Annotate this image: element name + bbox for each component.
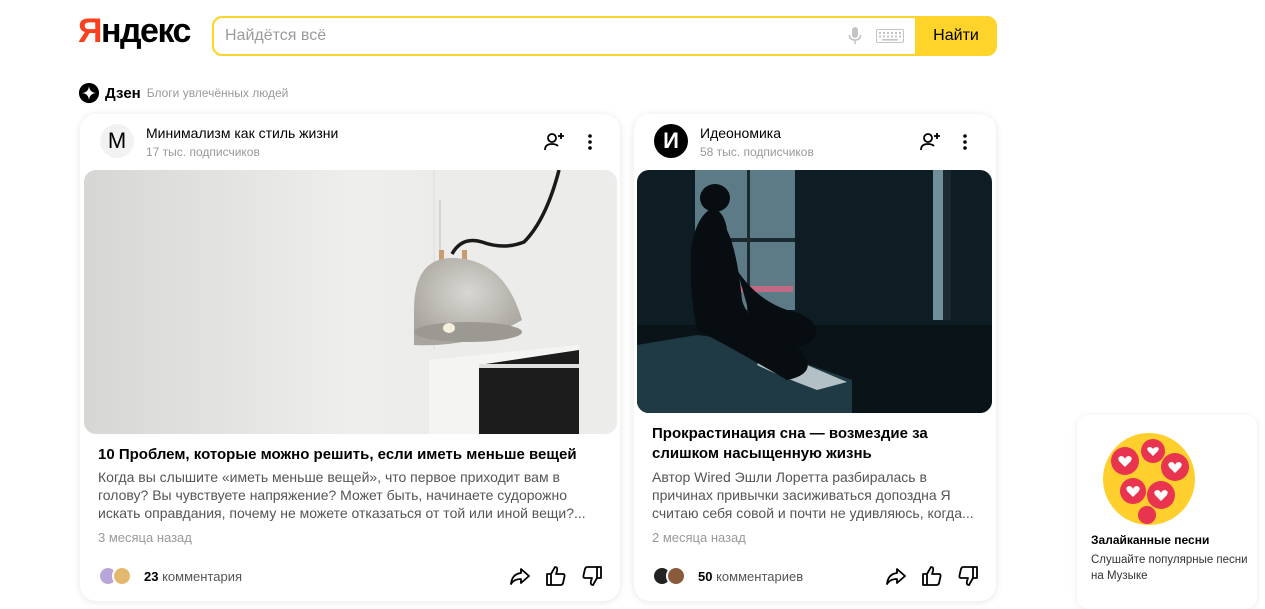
subscribe-icon[interactable]: [918, 130, 942, 154]
dzen-title[interactable]: Дзен: [105, 85, 141, 102]
comments-link[interactable]: 23 комментария: [144, 569, 242, 584]
search-input[interactable]: [214, 18, 814, 54]
article-excerpt[interactable]: Автор Wired Эшли Лоретта разбиралась в п…: [652, 468, 982, 522]
more-options-icon[interactable]: [582, 130, 598, 154]
promo-text: Слушайте популярные песни на Музыке: [1091, 554, 1248, 582]
share-icon[interactable]: [508, 564, 532, 588]
article-date: 3 месяца назад: [98, 530, 192, 545]
article-card[interactable]: И Идеономика 58 тыс. подписчиков Прокрас…: [634, 114, 996, 601]
music-promo-card[interactable]: Залайканные песни Слушайте популярные пе…: [1077, 415, 1257, 609]
channel-name[interactable]: Идеономика: [700, 125, 781, 141]
channel-avatar[interactable]: И: [654, 124, 688, 158]
dzen-header: Дзен Блоги увлечённых людей: [79, 83, 288, 103]
article-card[interactable]: М Минимализм как стиль жизни 17 тыс. под…: [80, 114, 620, 601]
commenters-avatars: [98, 566, 132, 586]
channel-name[interactable]: Минимализм как стиль жизни: [146, 125, 338, 141]
dislike-icon[interactable]: [580, 564, 604, 588]
article-excerpt[interactable]: Когда вы слышите «иметь меньше вещей», ч…: [98, 468, 603, 522]
article-image-silhouette[interactable]: [637, 170, 992, 413]
top-bar: Яндекс Найти: [0, 0, 1265, 70]
article-title[interactable]: 10 Проблем, которые можно решить, если и…: [98, 445, 608, 465]
dzen-logo-icon[interactable]: [79, 83, 99, 103]
keyboard-icon[interactable]: [876, 29, 904, 43]
channel-avatar[interactable]: М: [100, 124, 134, 158]
more-options-icon[interactable]: [957, 130, 973, 154]
search-button[interactable]: Найти: [915, 18, 995, 54]
article-date: 2 месяца назад: [652, 530, 746, 545]
feed-area: Дзен Блоги увлечённых людей М Минимализм…: [0, 70, 1265, 609]
share-icon[interactable]: [884, 564, 908, 588]
dislike-icon[interactable]: [956, 564, 980, 588]
comments-link[interactable]: 50 комментариев: [698, 569, 803, 584]
liked-songs-cover[interactable]: [1103, 433, 1195, 525]
article-title[interactable]: Прокрастинация сна — возмездие за слишко…: [652, 424, 972, 464]
promo-title[interactable]: Залайканные песни: [1091, 533, 1209, 547]
like-icon[interactable]: [544, 564, 568, 588]
commenters-avatars: [652, 566, 686, 586]
dzen-subtitle: Блоги увлечённых людей: [146, 86, 289, 100]
yandex-logo[interactable]: Яндекс: [78, 12, 191, 51]
channel-subscribers: 58 тыс. подписчиков: [700, 145, 814, 159]
like-icon[interactable]: [920, 564, 944, 588]
microphone-icon[interactable]: [848, 27, 862, 45]
channel-subscribers: 17 тыс. подписчиков: [146, 145, 260, 159]
search-box: Найти: [212, 16, 997, 56]
avatar: [666, 566, 686, 586]
subscribe-icon[interactable]: [542, 130, 566, 154]
search-field-wrap: [214, 18, 915, 54]
avatar: [112, 566, 132, 586]
article-image-lamp[interactable]: [84, 170, 617, 434]
